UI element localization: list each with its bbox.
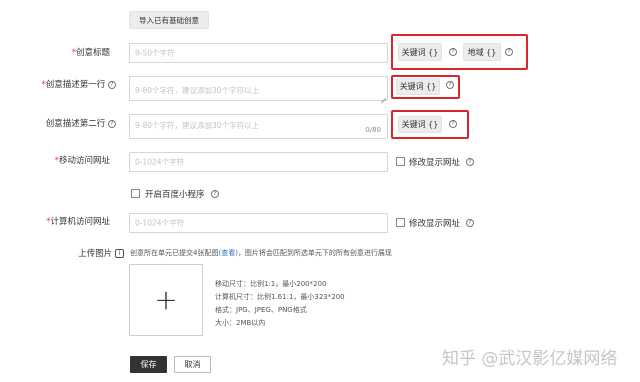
help-circle-icon[interactable]: ? [108,80,116,89]
spec-size: 大小：2MB以内 [215,319,266,327]
watermark: 知乎 @武汉影亿媒网络 [442,349,618,369]
pc-url-input[interactable]: 0-1024个字符 [129,213,388,233]
desc2-textarea[interactable]: 9-80个字符，建议添加30个字符以上 0/80 [129,114,388,139]
baidu-mini-program-label: 开启百度小程序 [145,190,205,200]
desc1-label: *创意描述第一行 ? [20,78,116,90]
help-circle-icon[interactable]: ? [466,219,474,227]
title-placeholder: 9-50个字符 [135,48,175,58]
image-info-icon[interactable]: i [115,249,124,258]
help-circle-icon[interactable]: ? [466,158,474,166]
desc1-label-text: 创意描述第一行 [45,80,106,90]
help-circle-icon[interactable]: ? [449,48,457,56]
pc-url-label: *计算机访问网址 [30,215,110,227]
upload-note-after: ，图片将会匹配到所选单元下的所有创意进行展现 [237,249,392,257]
spec-format: 格式：JPG、JPEG、PNG格式 [215,306,307,314]
desc1-textarea[interactable]: 9-80个字符，建议添加30个字符以上 [129,76,388,101]
baidu-mini-program-checkbox[interactable] [131,189,140,198]
upload-note: 创意所在单元已提交4张配图(查看)，图片将会匹配到所选单元下的所有创意进行展现 [130,248,392,258]
upload-note-before: 创意所在单元已提交4张配图 [130,249,219,257]
save-button[interactable]: 保存 [130,356,167,373]
help-circle-icon[interactable]: ? [446,81,454,89]
upload-image-label: 上传图片 i [50,247,124,259]
title-label: *创意标题 [40,46,110,58]
desc2-char-counter: 0/80 [365,126,381,134]
plus-icon: + [154,283,178,316]
desc2-insert-keyword-button[interactable]: 关键词 {} [398,116,442,133]
desc2-label-text: 创意描述第二行 [45,119,106,129]
view-images-link[interactable]: (查看) [218,249,237,257]
mobile-url-input[interactable]: 0-1024个字符 [129,152,388,172]
cancel-button[interactable]: 取消 [174,356,211,373]
pc-url-label-text: 计算机访问网址 [50,217,110,227]
mobile-url-placeholder: 0-1024个字符 [135,157,185,167]
pc-url-placeholder: 0-1024个字符 [135,218,185,228]
resize-grip-icon[interactable] [380,93,386,99]
help-circle-icon[interactable]: ? [211,190,219,198]
desc1-placeholder: 9-80个字符，建议添加30个字符以上 [135,86,260,95]
pc-modify-display-url-checkbox[interactable] [396,218,405,227]
mobile-url-label-text: 移动访问网址 [58,156,110,166]
mobile-url-label: *移动访问网址 [40,154,110,166]
help-circle-icon[interactable]: ? [449,120,457,128]
desc2-placeholder: 9-80个字符，建议添加30个字符以上 [135,121,260,130]
help-circle-icon[interactable]: ? [108,119,116,128]
title-input[interactable]: 9-50个字符 [129,43,388,63]
spec-mobile: 移动尺寸：比例1:1，最小200*200 [215,280,327,288]
title-insert-keyword-button[interactable]: 关键词 {} [398,43,442,61]
title-label-text: 创意标题 [75,48,110,58]
spec-pc: 计算机尺寸：比例1.61:1，最小323*200 [215,293,345,301]
mobile-modify-display-url-label: 修改显示网址 [409,158,461,168]
mobile-modify-display-url-checkbox[interactable] [396,157,405,166]
upload-image-label-text: 上传图片 [78,249,113,259]
desc2-label: 创意描述第二行 ? [20,117,116,129]
pc-modify-display-url-label: 修改显示网址 [409,219,461,229]
desc1-insert-keyword-button[interactable]: 关键词 {} [396,78,440,95]
title-insert-region-button[interactable]: 地域 {} [463,43,501,61]
help-circle-icon[interactable]: ? [505,48,513,56]
image-upload-box[interactable]: + [129,264,203,336]
import-existing-creative-button[interactable]: 导入已有基础创意 [129,11,209,29]
upload-specs: 移动尺寸：比例1:1，最小200*200 计算机尺寸：比例1.61:1，最小32… [215,279,345,328]
